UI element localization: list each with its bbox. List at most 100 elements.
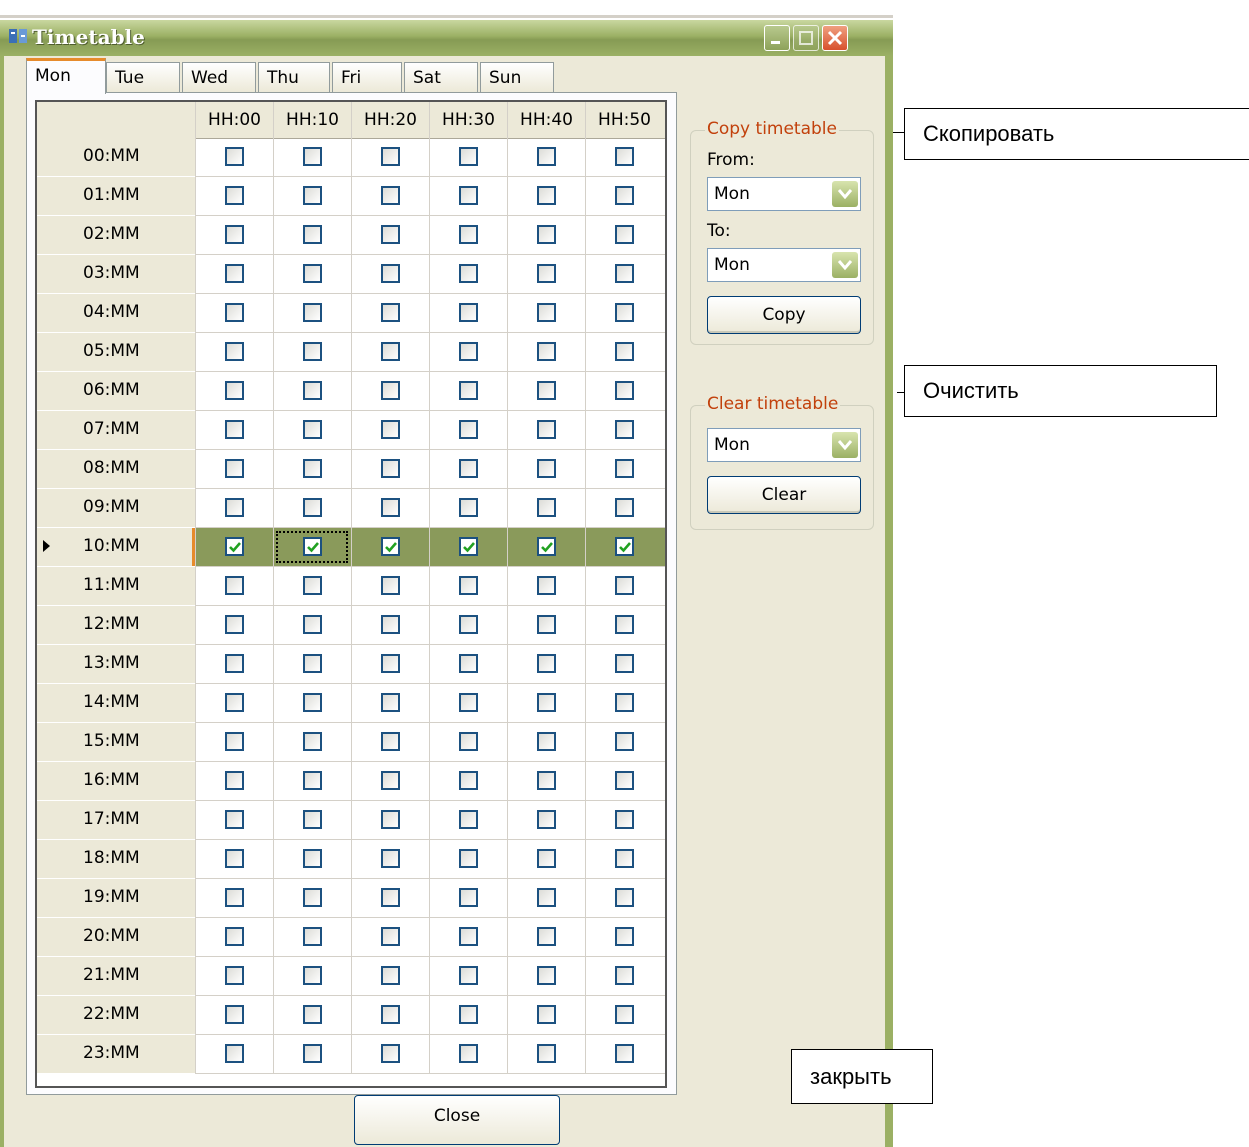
checkbox[interactable] xyxy=(225,342,244,361)
grid-cell[interactable] xyxy=(585,801,663,839)
row-header[interactable]: 17:MM xyxy=(37,801,195,840)
checkbox[interactable] xyxy=(225,186,244,205)
from-select[interactable]: Mon xyxy=(707,177,861,211)
grid-cell[interactable] xyxy=(273,138,351,176)
grid-cell[interactable] xyxy=(585,372,663,410)
grid-cell[interactable] xyxy=(351,840,429,878)
close-window-button[interactable] xyxy=(822,25,848,51)
checkbox[interactable] xyxy=(615,1005,634,1024)
grid-cell[interactable] xyxy=(429,762,507,800)
row-header[interactable]: 08:MM xyxy=(37,450,195,489)
checkbox[interactable] xyxy=(537,225,556,244)
grid-cell[interactable] xyxy=(507,801,585,839)
grid-cell[interactable] xyxy=(195,957,273,995)
checkbox[interactable] xyxy=(381,732,400,751)
grid-cell[interactable] xyxy=(195,645,273,683)
grid-cell[interactable] xyxy=(585,645,663,683)
grid-cell[interactable] xyxy=(195,840,273,878)
grid-cell[interactable] xyxy=(429,918,507,956)
checkbox[interactable] xyxy=(225,849,244,868)
grid-cell[interactable] xyxy=(351,528,429,566)
checkbox[interactable] xyxy=(459,732,478,751)
checkbox[interactable] xyxy=(537,810,556,829)
checkbox[interactable] xyxy=(459,1005,478,1024)
checkbox[interactable] xyxy=(303,342,322,361)
grid-cell[interactable] xyxy=(429,645,507,683)
checkbox[interactable] xyxy=(381,498,400,517)
checkbox[interactable] xyxy=(537,1005,556,1024)
grid-cell[interactable] xyxy=(429,840,507,878)
grid-cell[interactable] xyxy=(351,372,429,410)
grid-cell[interactable] xyxy=(351,996,429,1034)
grid-cell[interactable] xyxy=(507,879,585,917)
grid-cell[interactable] xyxy=(195,1035,273,1073)
grid-cell[interactable] xyxy=(351,723,429,761)
grid-cell[interactable] xyxy=(195,255,273,293)
checkbox[interactable] xyxy=(303,693,322,712)
grid-cell[interactable] xyxy=(195,801,273,839)
checkbox[interactable] xyxy=(615,459,634,478)
clear-day-select[interactable]: Mon xyxy=(707,428,861,462)
grid-cell[interactable] xyxy=(195,918,273,956)
checkbox[interactable] xyxy=(225,381,244,400)
grid-cell[interactable] xyxy=(585,723,663,761)
checkbox[interactable] xyxy=(381,927,400,946)
grid-cell[interactable] xyxy=(273,411,351,449)
checkbox[interactable] xyxy=(537,1044,556,1063)
grid-cell[interactable] xyxy=(429,489,507,527)
grid-cell[interactable] xyxy=(273,489,351,527)
grid-cell[interactable] xyxy=(507,684,585,722)
checkbox[interactable] xyxy=(537,381,556,400)
checkbox[interactable] xyxy=(381,186,400,205)
checkbox-checked[interactable] xyxy=(225,537,244,556)
checkbox[interactable] xyxy=(303,264,322,283)
grid-cell[interactable] xyxy=(429,684,507,722)
grid-cell[interactable] xyxy=(429,957,507,995)
checkbox[interactable] xyxy=(381,1005,400,1024)
grid-cell[interactable] xyxy=(585,1035,663,1073)
minimize-button[interactable] xyxy=(764,25,790,51)
checkbox[interactable] xyxy=(303,966,322,985)
grid-cell[interactable] xyxy=(273,684,351,722)
checkbox[interactable] xyxy=(303,498,322,517)
grid-cell[interactable] xyxy=(273,606,351,644)
checkbox[interactable] xyxy=(303,771,322,790)
checkbox[interactable] xyxy=(615,576,634,595)
checkbox[interactable] xyxy=(615,342,634,361)
checkbox[interactable] xyxy=(459,420,478,439)
grid-cell[interactable] xyxy=(273,372,351,410)
checkbox[interactable] xyxy=(459,498,478,517)
checkbox[interactable] xyxy=(537,342,556,361)
grid-cell[interactable] xyxy=(507,411,585,449)
checkbox[interactable] xyxy=(615,264,634,283)
chevron-down-icon[interactable] xyxy=(832,432,858,458)
grid-cell[interactable] xyxy=(351,450,429,488)
grid-cell[interactable] xyxy=(429,294,507,332)
checkbox[interactable] xyxy=(615,693,634,712)
grid-cell[interactable] xyxy=(507,1035,585,1073)
grid-cell[interactable] xyxy=(273,294,351,332)
grid-cell[interactable] xyxy=(195,996,273,1034)
grid-cell[interactable] xyxy=(273,528,351,566)
checkbox[interactable] xyxy=(381,303,400,322)
checkbox[interactable] xyxy=(225,225,244,244)
grid-cell[interactable] xyxy=(507,567,585,605)
grid-cell[interactable] xyxy=(273,255,351,293)
grid-cell[interactable] xyxy=(273,957,351,995)
checkbox[interactable] xyxy=(459,186,478,205)
grid-cell[interactable] xyxy=(585,606,663,644)
checkbox[interactable] xyxy=(303,147,322,166)
grid-cell[interactable] xyxy=(585,567,663,605)
grid-cell[interactable] xyxy=(273,918,351,956)
grid-cell[interactable] xyxy=(429,879,507,917)
grid-cell[interactable] xyxy=(195,450,273,488)
checkbox[interactable] xyxy=(615,966,634,985)
checkbox[interactable] xyxy=(615,186,634,205)
checkbox-checked[interactable] xyxy=(381,537,400,556)
to-select[interactable]: Mon xyxy=(707,248,861,282)
grid-cell[interactable] xyxy=(585,684,663,722)
grid-cell[interactable] xyxy=(507,138,585,176)
grid-cell[interactable] xyxy=(585,138,663,176)
grid-cell[interactable] xyxy=(585,294,663,332)
grid-cell[interactable] xyxy=(351,957,429,995)
